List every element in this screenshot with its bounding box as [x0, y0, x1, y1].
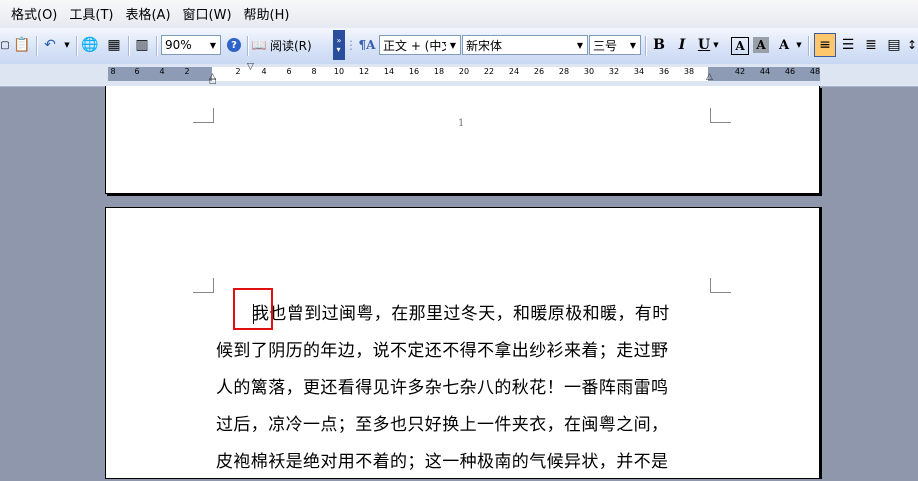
columns-icon[interactable]: ▥ [132, 33, 152, 57]
page-1[interactable]: 1 [105, 86, 820, 194]
ruler-tick: 4 [159, 67, 165, 76]
toolbar: ▢ 📋 ↶ ▼ 🌐 ▦ ▥ 90% ▼ ? 📖 阅读(R) » ▾ ⋮ ¶A 正文… [0, 28, 918, 65]
font-size-select[interactable]: 三号 ▼ [589, 35, 641, 55]
font-value: 新宋体 [466, 38, 503, 53]
distributed-align-icon: ▤ [887, 37, 901, 53]
toolbar-grip[interactable]: ⋮ [345, 33, 357, 57]
line-spacing-button[interactable]: ↕ [906, 33, 918, 57]
underline-dropdown-icon[interactable]: ▼ [712, 33, 720, 57]
ruler-tick: 36 [658, 67, 670, 76]
ruler-tick: 44 [759, 67, 771, 76]
distributed-align-button[interactable]: ▤ [884, 33, 904, 57]
character-border-button[interactable]: A [731, 37, 749, 55]
page-2[interactable]: 我也曾到过闽粤，在那里过冬天，和暖原极和暖，有时 候到了阴历的年边，说不定还不得… [105, 207, 820, 479]
hanging-indent-marker[interactable]: □ [209, 76, 217, 85]
ruler-tick: 34 [633, 67, 645, 76]
document-paragraph[interactable]: 我也曾到过闽粤，在那里过冬天，和暖原极和暖，有时 候到了阴历的年边，说不定还不得… [216, 296, 712, 481]
ruler-tick: 42 [734, 67, 746, 76]
ruler-tick: 14 [383, 67, 395, 76]
align-justify-icon: ≡ [819, 37, 831, 53]
ruler-tick: 26 [533, 67, 545, 76]
paragraph-line[interactable]: 我也曾到过闽粤，在那里过冬天，和暖原极和暖，有时 [216, 296, 712, 333]
ruler-tick: 8 [110, 67, 116, 76]
ruler-tick: 22 [483, 67, 495, 76]
read-mode-button[interactable]: 📖 阅读(R) [250, 33, 328, 57]
horizontal-ruler[interactable]: 8 6 4 2 2 4 6 8 10 12 14 16 18 20 22 24 … [0, 62, 918, 87]
ruler-tick: 4 [261, 67, 267, 76]
undo-icon[interactable]: ↶ [40, 33, 60, 57]
menu-format[interactable]: 格式(O) [5, 0, 63, 28]
crop-mark [193, 278, 214, 293]
help-icon[interactable]: ? [224, 33, 244, 57]
paste-icon[interactable]: 📋 [12, 33, 32, 57]
ruler-tick: 2 [184, 67, 190, 76]
crop-mark [710, 108, 731, 123]
ruler-tick: 12 [358, 67, 370, 76]
character-shading-button[interactable]: A [753, 37, 769, 53]
ruler-tick: 20 [458, 67, 470, 76]
ruler-tick: 48 [809, 67, 821, 76]
ruler-tick: 38 [683, 67, 695, 76]
chevron-down-icon: ▼ [209, 40, 217, 50]
ruler-tick: 18 [433, 67, 445, 76]
paragraph-line[interactable]: 候到了阴历的年边，说不定还不得不拿出纱衫来着；走过野 [216, 333, 712, 370]
ruler-tick: 16 [408, 67, 420, 76]
ruler-tick: 6 [134, 67, 140, 76]
scale-dropdown-icon[interactable]: ▼ [795, 33, 803, 57]
align-center-button[interactable]: ☰ [838, 33, 858, 57]
paragraph-line[interactable]: 过后，凉冷一点；至多也只好换上一件夹衣，在闽粤之间， [216, 407, 712, 444]
undo-dropdown-icon[interactable]: ▼ [62, 33, 72, 57]
menu-table[interactable]: 表格(A) [119, 0, 176, 28]
zoom-select[interactable]: 90% ▼ [161, 35, 221, 55]
font-select[interactable]: 新宋体 ▼ [462, 35, 588, 55]
menu-tools[interactable]: 工具(T) [63, 0, 119, 28]
ruler-tick: 8 [311, 67, 317, 76]
ruler-tick: 32 [608, 67, 620, 76]
right-indent-marker[interactable]: △ [706, 72, 713, 82]
character-scale-button[interactable]: A [775, 33, 793, 57]
read-label: 阅读(R) [270, 38, 312, 53]
ruler-tick: 30 [583, 67, 595, 76]
line-spacing-icon: ↕ [906, 38, 918, 52]
style-value: 正文 + (中文 [383, 38, 446, 53]
align-right-button[interactable]: ≣ [861, 33, 881, 57]
chevron-down-icon: ▼ [576, 40, 584, 50]
ruler-tick: 10 [333, 67, 345, 76]
styles-pane-icon[interactable]: ¶A [356, 33, 378, 57]
align-right-icon: ≣ [865, 37, 877, 53]
hyperlink-icon[interactable]: 🌐 [80, 33, 100, 57]
ruler-tick: 6 [286, 67, 292, 76]
font-size-value: 三号 [593, 38, 618, 53]
menu-window[interactable]: 窗口(W) [177, 0, 238, 28]
paragraph-line[interactable]: 皮袍棉袄是绝对用不着的；这一种极南的气候异状，并不是 [216, 444, 712, 481]
menu-help[interactable]: 帮助(H) [238, 0, 296, 28]
style-select[interactable]: 正文 + (中文 ▼ [379, 35, 461, 55]
align-center-icon: ☰ [841, 37, 855, 53]
ruler-tick: 24 [508, 67, 520, 76]
highlight-box [233, 288, 273, 330]
crop-mark [710, 278, 731, 293]
bold-button[interactable]: B [650, 33, 668, 57]
crop-mark [193, 108, 214, 123]
chevron-down-icon: ▼ [629, 40, 637, 50]
ruler-tick: 46 [784, 67, 796, 76]
copy-icon[interactable]: ▢ [0, 33, 10, 57]
toolbar-options-icon[interactable]: » ▾ [333, 30, 345, 60]
first-line-indent-marker[interactable]: ▽ [247, 62, 254, 72]
ruler-tick: 2 [235, 67, 241, 76]
book-icon: 📖 [251, 38, 267, 52]
menu-bar: 格式(O) 工具(T) 表格(A) 窗口(W) 帮助(H) [0, 0, 918, 28]
chevron-down-icon: ▼ [449, 40, 457, 50]
zoom-value: 90% [165, 38, 192, 52]
underline-button[interactable]: U [696, 33, 712, 57]
page-number: 1 [458, 118, 465, 129]
align-justify-button[interactable]: ≡ [814, 33, 836, 57]
italic-button[interactable]: I [673, 33, 691, 57]
paragraph-line[interactable]: 人的篱落，更还看得见许多杂七杂八的秋花！一番阵雨雷鸣 [216, 370, 712, 407]
table-icon[interactable]: ▦ [104, 33, 124, 57]
ruler-tick: 28 [558, 67, 570, 76]
